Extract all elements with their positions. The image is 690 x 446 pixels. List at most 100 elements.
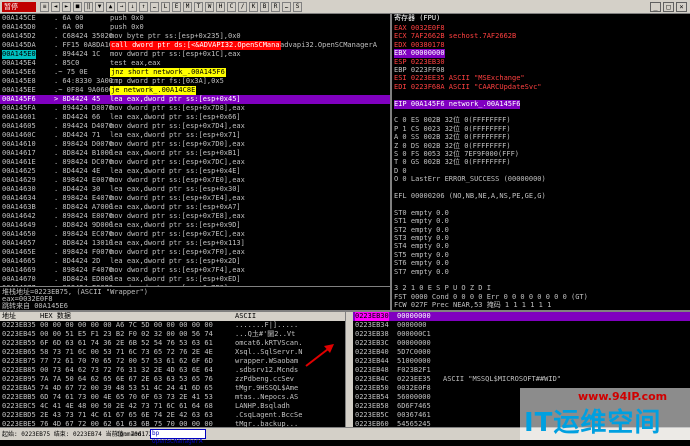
disasm-row[interactable]: 00A14605 . 894424 D4070 mov dword ptr ss:[… xyxy=(0,122,390,131)
toolbar-step-over-button[interactable]: ▲ xyxy=(106,2,115,12)
disasm-hex: . 8D8424 9D000 xyxy=(54,221,114,229)
disasm-addr: 00A145E6 xyxy=(2,68,36,76)
stack-row[interactable]: 0223EB4C 0223EE35 ASCII "MSSQL$MICROSOFT##… xyxy=(353,375,690,384)
disasm-row[interactable]: 00A14650 . 898424 EC070 mov dword ptr ss:[… xyxy=(0,230,390,239)
dump-col-addr[interactable]: 地址 xyxy=(2,312,16,321)
toolbar-mem-button[interactable]: M xyxy=(183,2,192,12)
registers-pane[interactable]: 寄存器 (FPU) EAX 0032E0F8 ECX 7AF2662B secho… xyxy=(392,14,690,310)
disasm-addr: 00A14669 xyxy=(2,266,36,274)
dump-row[interactable]: 0223EB65 58 73 71 6C 00 53 71 6C 73 65 72… xyxy=(0,348,345,357)
command-input[interactable]: bp OpenSCManagerA xyxy=(150,429,206,445)
toolbar-thread-button[interactable]: T xyxy=(194,2,203,12)
disasm-row[interactable]: 00A14634 . 898424 E4070 mov dword ptr ss:[… xyxy=(0,194,390,203)
register-line[interactable]: EIP 00A145F6 network_.00A145F6 xyxy=(394,99,521,109)
dump-pane[interactable]: 0223EB35 00 00 00 00 00 00 A6 7C 5D 00 00… xyxy=(0,321,345,427)
disasm-row[interactable]: 00A1463B . 8D8424 A7000 lea eax,dword ptr … xyxy=(0,203,390,212)
disasm-row[interactable]: 00A14610 . 898424 D0070 mov dword ptr ss:[… xyxy=(0,140,390,149)
disasm-row[interactable]: 00A14657 . 8D8424 13010 lea eax,dword ptr … xyxy=(0,239,390,248)
toolbar-ref-button[interactable]: R xyxy=(271,2,280,12)
toolbar-break-button[interactable]: B xyxy=(260,2,269,12)
disasm-addr: 00A1463B xyxy=(2,203,36,211)
disasm-row[interactable]: 00A145CE . 6A 00 push 0x0 xyxy=(0,14,390,23)
disasm-row[interactable]: 00A14617 . 8D8424 B1000 lea eax,dword ptr … xyxy=(0,149,390,158)
dump-a-cell: 0223EB55 xyxy=(2,339,36,347)
toolbar-call-button[interactable]: K xyxy=(249,2,258,12)
register-line[interactable]: T 0 GS 002B 32位 0(FFFFFFFF) xyxy=(394,158,511,167)
dump-row[interactable]: 0223EB45 00 00 51 E5 F1 23 B2 F0 02 32 00… xyxy=(0,330,345,339)
dump-row[interactable]: 0223EB35 00 00 00 00 00 00 A6 7C 5D 00 00… xyxy=(0,321,345,330)
register-line[interactable]: EFL 00000206 (NO,NB,NE,A,NS,PE,GE,G) xyxy=(394,192,546,201)
stack-row[interactable]: 0223EB34 0000000 xyxy=(353,321,690,330)
disasm-row[interactable]: 00A1461E . 898424 DC070 mov dword ptr ss:[… xyxy=(0,158,390,167)
maximize-button[interactable]: □ xyxy=(663,2,674,12)
dump-row[interactable]: 0223EB85 00 73 64 62 73 72 76 31 32 2E 4D… xyxy=(0,366,345,375)
toolbar-source-button[interactable]: S xyxy=(293,2,302,12)
disasm-row[interactable]: 00A14665 . 8D4424 2D lea eax,dword ptr ss:… xyxy=(0,257,390,266)
disasm-row[interactable]: 00A145E8 . 64:8330 3A00 cmp dword ptr fs:[… xyxy=(0,77,390,86)
stack-row[interactable]: 0223EB40 5D7C0000 xyxy=(353,348,690,357)
dump-row[interactable]: 0223EBE5 76 4D 67 72 00 62 61 63 6B 75 70… xyxy=(0,420,345,427)
disasm-row[interactable]: 00A14630 . 8D4424 30 lea eax,dword ptr ss:… xyxy=(0,185,390,194)
toolbar-step-back-button[interactable]: ◄ xyxy=(51,2,60,12)
toolbar-trace-button[interactable]: → xyxy=(117,2,126,12)
disasm-row[interactable]: 00A14629 . 898424 E0070 mov dword ptr ss:[… xyxy=(0,176,390,185)
register-line[interactable]: FCW 027F Prec NEAR,53 掩码 1 1 1 1 1 1 xyxy=(394,301,551,310)
stack-row[interactable]: 0223EB38 000000C1 xyxy=(353,330,690,339)
disassembly-pane[interactable]: 00A145CE . 6A 00 push 0x0 00A145D0 . 6A 00 pu… xyxy=(0,14,390,286)
register-line[interactable]: ST7 empty 0.0 xyxy=(394,268,449,277)
dump-row[interactable]: 0223EBA5 74 4D 67 72 00 39 48 53 51 4C 24… xyxy=(0,384,345,393)
disasm-row[interactable]: 00A145EE .~ 0F84 9A0600 je network_.00A14C… xyxy=(0,86,390,95)
toolbar-log-button[interactable]: L xyxy=(161,2,170,12)
disasm-row[interactable]: 00A145FA . 894424 D8070 mov dword ptr ss:[… xyxy=(0,104,390,113)
disasm-row[interactable]: 00A1465E . 898424 F0070 mov dword ptr ss:[… xyxy=(0,248,390,257)
disasm-hex: . 8D4424 30 xyxy=(54,185,101,193)
disasm-row[interactable]: 00A14601 . 8D4424 66 lea eax,dword ptr ss:… xyxy=(0,113,390,122)
disasm-row[interactable]: 00A145F6 > 8D4424 45 lea eax,dword ptr ss:… xyxy=(0,95,390,104)
toolbar-exec-button[interactable]: E xyxy=(172,2,181,12)
disasm-row[interactable]: 00A14669 . 898424 F4070 mov dword ptr ss:[… xyxy=(0,266,390,275)
dump-row[interactable]: 0223EBB5 6D 74 61 73 00 4E 65 70 6F 63 73… xyxy=(0,393,345,402)
disasm-row[interactable]: 00A145E4 . 85C0 test eax,eax xyxy=(0,59,390,68)
disasm-row[interactable]: 00A145E0 . 894424 1C mov dword ptr ss:[esp… xyxy=(0,50,390,59)
dump-col-ascii[interactable]: ASCII xyxy=(235,312,256,321)
toolbar-pause-button[interactable]: ‖ xyxy=(84,2,93,12)
toolbar-stop-button[interactable]: ■ xyxy=(73,2,82,12)
close-button[interactable]: × xyxy=(676,2,687,12)
register-line[interactable]: EDI 0223F68A ASCII "CAARCUpdateSvc" xyxy=(394,83,542,92)
disasm-row[interactable]: 00A1460C . 8D4424 71 lea eax,dword ptr ss:… xyxy=(0,131,390,140)
disasm-row[interactable]: 00A14649 . 8D8424 9D000 lea eax,dword ptr … xyxy=(0,221,390,230)
toolbar-run-button[interactable]: ► xyxy=(62,2,71,12)
toolbar-list-button[interactable]: ≡ xyxy=(40,2,49,12)
dump-row[interactable]: 0223EB95 7A 7A 50 64 62 65 6E 67 2E 63 63… xyxy=(0,375,345,384)
register-line[interactable]: O 0 LastErr ERROR_SUCCESS (00000000) xyxy=(394,175,546,184)
disasm-row[interactable]: 00A145D2 . C68424 35020 mov byte ptr ss:[e… xyxy=(0,32,390,41)
dump-col-hex[interactable]: HEX 数据 xyxy=(40,312,71,321)
stack-row[interactable]: 0223EB30 00000000 xyxy=(353,312,690,321)
toolbar-patch-button[interactable]: / xyxy=(238,2,247,12)
toolbar-ellipsis-button[interactable]: … xyxy=(150,2,159,12)
disasm-row[interactable]: 00A14670 . 8D8424 ED000 lea eax,dword ptr … xyxy=(0,275,390,284)
toolbar-down-button[interactable]: ↓ xyxy=(128,2,137,12)
toolbar-cpu-button[interactable]: C xyxy=(227,2,236,12)
toolbar-up-button[interactable]: ↑ xyxy=(139,2,148,12)
toolbar-more-button[interactable]: … xyxy=(282,2,291,12)
disasm-row[interactable]: 00A14642 . 898424 E8070 mov dword ptr ss:[… xyxy=(0,212,390,221)
minimize-button[interactable]: _ xyxy=(650,2,661,12)
disasm-row[interactable]: 00A145DA . FF15 0A8DA10 call dword ptr ds:… xyxy=(0,41,390,50)
dump-row[interactable]: 0223EB75 77 72 61 70 70 65 72 00 57 53 61… xyxy=(0,357,345,366)
toolbar-handle-button[interactable]: H xyxy=(216,2,225,12)
disasm-row[interactable]: 00A145D0 . 6A 00 push 0x0 xyxy=(0,23,390,32)
dump-a-cell: 0223EBB5 xyxy=(2,393,36,401)
disasm-hex: . C68424 35020 xyxy=(54,32,114,40)
stack-row[interactable]: 0223EB48 F023B2F1 xyxy=(353,366,690,375)
disasm-row[interactable]: 00A14625 . 8D4424 4E lea eax,dword ptr ss:… xyxy=(0,167,390,176)
disasm-row[interactable]: 00A145E6 .~ 75 0E jnz short network_.00A14… xyxy=(0,68,390,77)
dump-row[interactable]: 0223EB55 6F 6D 63 61 74 36 2E 6B 52 54 76… xyxy=(0,339,345,348)
toolbar-step-into-button[interactable]: ▼ xyxy=(95,2,104,12)
stack-row[interactable]: 0223EB44 51000000 xyxy=(353,357,690,366)
dump-scrollbar[interactable] xyxy=(345,312,353,427)
toolbar-win-button[interactable]: W xyxy=(205,2,214,12)
dump-row[interactable]: 0223EBD5 2E 43 73 71 4C 61 67 65 6E 74 2E… xyxy=(0,411,345,420)
stack-row[interactable]: 0223EB3C 00000000 xyxy=(353,339,690,348)
dump-row[interactable]: 0223EBC5 4C 41 4E 48 00 50 2E 42 73 71 6C… xyxy=(0,402,345,411)
